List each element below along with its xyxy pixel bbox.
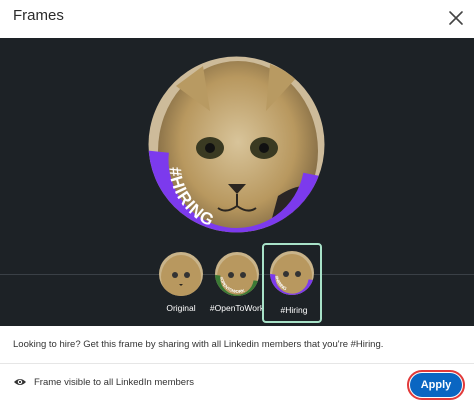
close-icon[interactable] <box>446 8 466 28</box>
profile-photo-preview: #HIRING <box>148 56 325 233</box>
visibility-text: Frame visible to all LinkedIn members <box>34 377 194 388</box>
dialog-footer: Frame visible to all LinkedIn members Ap… <box>0 364 474 407</box>
frame-thumbnail-original <box>159 252 203 296</box>
frame-description: Looking to hire? Get this frame by shari… <box>13 339 384 350</box>
frame-label-hiring: #Hiring <box>280 305 308 315</box>
frame-description-row: Looking to hire? Get this frame by shari… <box>0 326 474 364</box>
eye-icon <box>14 379 26 385</box>
frame-thumbnail-hiring: #HIRING <box>270 251 314 295</box>
frame-options: Original #OPENTOWORK #OpenToWork #HIRING… <box>0 243 474 325</box>
frame-option-hiring[interactable]: #HIRING #Hiring <box>262 243 322 323</box>
apply-button[interactable]: Apply <box>410 373 462 397</box>
frame-thumbnail-opentowork: #OPENTOWORK <box>215 252 259 296</box>
dialog-title: Frames <box>13 7 64 24</box>
preview-stage: #HIRING Original #OPENTOWORK #OpenToWork… <box>0 38 474 326</box>
dialog-header: Frames <box>0 0 474 38</box>
